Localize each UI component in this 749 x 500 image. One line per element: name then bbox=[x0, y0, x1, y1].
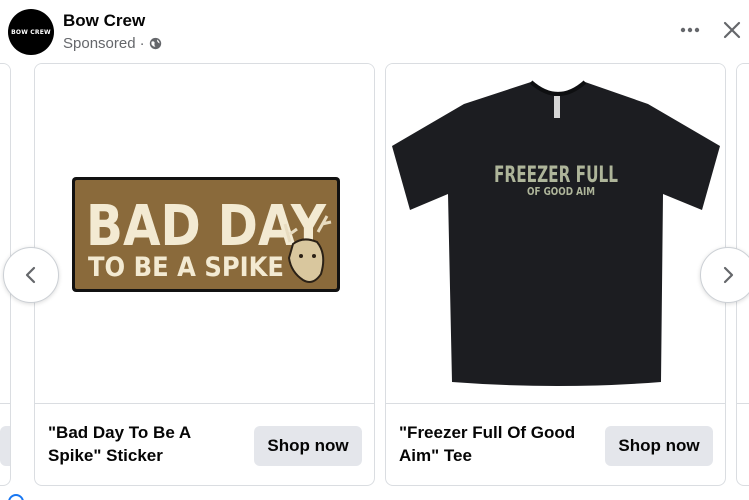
shop-now-button[interactable]: Shop now bbox=[605, 426, 713, 466]
separator-dot: · bbox=[139, 35, 145, 52]
tee-line2-text: OF GOOD AIM bbox=[527, 185, 595, 198]
post-header: BOW CREW Bow Crew Sponsored · bbox=[0, 0, 749, 62]
chevron-right-icon bbox=[723, 266, 734, 284]
more-options-button[interactable] bbox=[676, 16, 704, 44]
page-avatar[interactable]: BOW CREW bbox=[8, 9, 54, 55]
tee-tag bbox=[554, 96, 560, 118]
tee-body bbox=[392, 82, 720, 386]
card-footer: "Freezer Full Of Good Aim" Tee Shop now bbox=[386, 404, 725, 485]
card-footer: "Bad Day To Be A Spike" Sticker Shop now bbox=[35, 404, 374, 485]
sticker-illustration: BAD DAY TO BE A SPIKE bbox=[72, 177, 340, 292]
product-carousel[interactable]: BAD DAY TO BE A SPIKE "Bad Day To Be A S… bbox=[0, 63, 749, 500]
close-icon bbox=[723, 21, 741, 39]
tee-product-image[interactable]: FREEZER FULL OF GOOD AIM bbox=[386, 64, 725, 404]
close-button[interactable] bbox=[718, 16, 746, 44]
more-horizontal-icon bbox=[680, 27, 700, 33]
partial-shop-button[interactable] bbox=[0, 426, 10, 466]
carousel-prev-button[interactable] bbox=[3, 247, 59, 303]
globe-icon bbox=[149, 37, 161, 50]
sponsored-label[interactable]: Sponsored bbox=[63, 35, 136, 52]
sticker-line2-text: TO BE A SPIKE bbox=[88, 252, 284, 283]
page-name-link[interactable]: Bow Crew bbox=[63, 11, 145, 31]
card-image bbox=[737, 64, 749, 404]
carousel-card-tee[interactable]: FREEZER FULL OF GOOD AIM "Freezer Full O… bbox=[385, 63, 726, 486]
avatar-logo-text: BOW CREW bbox=[11, 28, 51, 36]
carousel-card-sticker[interactable]: BAD DAY TO BE A SPIKE "Bad Day To Be A S… bbox=[34, 63, 375, 486]
shop-now-button[interactable]: Shop now bbox=[254, 426, 362, 466]
sponsored-row: Sponsored · bbox=[63, 35, 162, 52]
product-title[interactable]: "Freezer Full Of Good Aim" Tee bbox=[399, 421, 589, 467]
sticker-product-image[interactable]: BAD DAY TO BE A SPIKE bbox=[35, 64, 374, 404]
tee-illustration: FREEZER FULL OF GOOD AIM bbox=[392, 80, 720, 386]
carousel-next-button[interactable] bbox=[700, 247, 749, 303]
card-image bbox=[0, 64, 10, 404]
chevron-left-icon bbox=[25, 266, 36, 284]
product-title[interactable]: "Bad Day To Be A Spike" Sticker bbox=[48, 421, 238, 467]
